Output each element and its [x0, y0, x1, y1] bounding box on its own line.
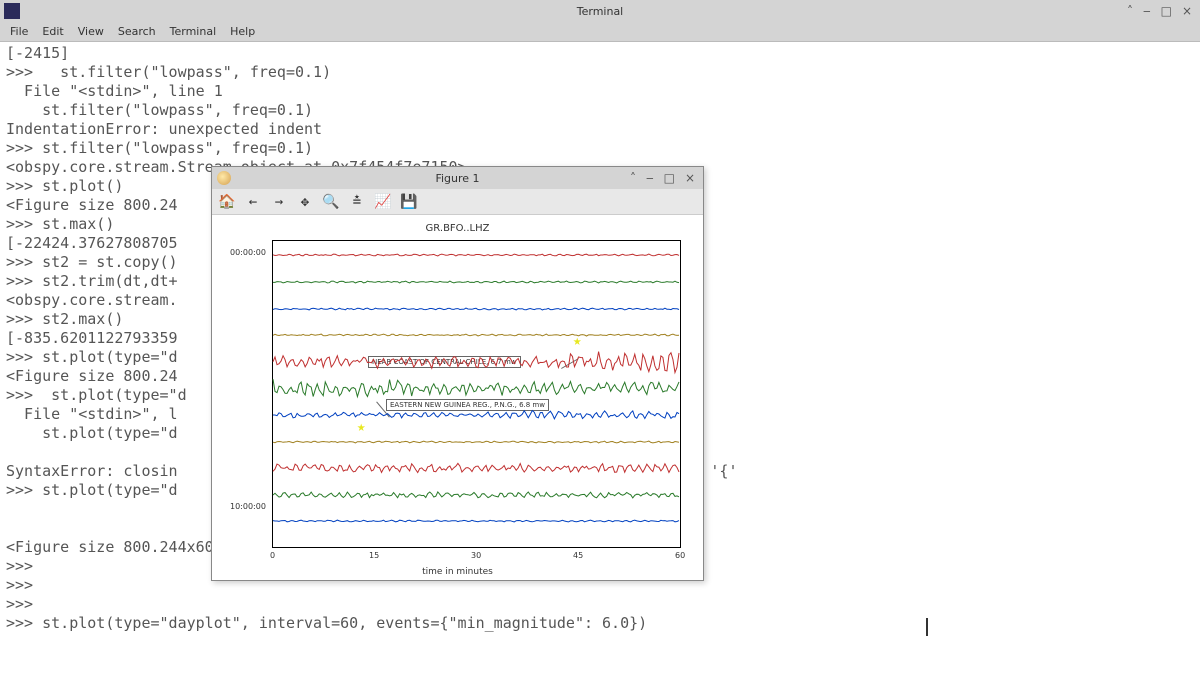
seismogram-trace: [273, 308, 680, 310]
maximize-icon[interactable]: □: [664, 171, 675, 185]
menu-terminal[interactable]: Terminal: [170, 25, 217, 38]
seismogram-trace: [273, 281, 680, 283]
y-tick: 00:00:00: [230, 248, 266, 257]
plot-area[interactable]: NEAR COAST OF CENTRAL CHILE, 6.7 mw EAST…: [272, 240, 681, 548]
y-tick: 10:00:00: [230, 502, 266, 511]
menu-edit[interactable]: Edit: [42, 25, 63, 38]
maximize-icon[interactable]: □: [1161, 4, 1172, 18]
seismogram-trace: [273, 254, 680, 256]
menu-help[interactable]: Help: [230, 25, 255, 38]
figure-title: Figure 1: [435, 172, 479, 185]
figure-titlebar[interactable]: Figure 1 ˄ ‒ □ ×: [212, 167, 703, 189]
zoom-icon[interactable]: 🔍: [322, 193, 340, 211]
terminal-app-icon: [4, 3, 20, 19]
seismogram-trace: [273, 441, 680, 443]
menu-search[interactable]: Search: [118, 25, 156, 38]
subplots-icon[interactable]: ≛: [348, 193, 366, 211]
seismogram-trace: [273, 520, 680, 522]
seismogram-trace: [273, 361, 680, 363]
seismogram-trace: [273, 467, 680, 469]
seismogram-trace: [273, 387, 680, 389]
x-tick: 60: [675, 551, 685, 560]
terminal-titlebar[interactable]: Terminal ˄ ‒ □ ×: [0, 0, 1200, 22]
close-icon[interactable]: ×: [1182, 4, 1192, 18]
x-axis-label: time in minutes: [212, 567, 703, 577]
figure-canvas[interactable]: GR.BFO..LHZ UTC (local time = UTC + 00:0…: [212, 215, 703, 580]
x-tick: 0: [270, 551, 275, 560]
save-icon[interactable]: 💾: [400, 193, 418, 211]
seismogram-trace: [273, 334, 680, 336]
x-tick: 45: [573, 551, 583, 560]
text-cursor: [926, 618, 928, 636]
pan-icon[interactable]: ✥: [296, 193, 314, 211]
figure-window[interactable]: Figure 1 ˄ ‒ □ × 🏠 ← → ✥ 🔍 ≛ 📈 💾 GR.BFO.…: [211, 166, 704, 581]
matplotlib-app-icon: [217, 171, 231, 185]
terminal-title: Terminal: [577, 5, 624, 18]
caret-up-icon[interactable]: ˄: [1127, 4, 1133, 18]
menu-file[interactable]: File: [10, 25, 28, 38]
plot-title: GR.BFO..LHZ: [212, 223, 703, 234]
home-icon[interactable]: 🏠: [218, 193, 236, 211]
caret-up-icon[interactable]: ˄: [630, 171, 636, 185]
back-icon[interactable]: ←: [244, 193, 262, 211]
figure-toolbar: 🏠 ← → ✥ 🔍 ≛ 📈 💾: [212, 189, 703, 215]
close-icon[interactable]: ×: [685, 171, 695, 185]
minimize-icon[interactable]: ‒: [1143, 4, 1151, 18]
configure-icon[interactable]: 📈: [374, 193, 392, 211]
menu-view[interactable]: View: [78, 25, 104, 38]
terminal-menubar: File Edit View Search Terminal Help: [0, 22, 1200, 42]
minimize-icon[interactable]: ‒: [646, 171, 654, 185]
x-tick: 15: [369, 551, 379, 560]
forward-icon[interactable]: →: [270, 193, 288, 211]
seismogram-trace: [273, 414, 680, 416]
seismogram-trace: [273, 494, 680, 496]
x-tick: 30: [471, 551, 481, 560]
